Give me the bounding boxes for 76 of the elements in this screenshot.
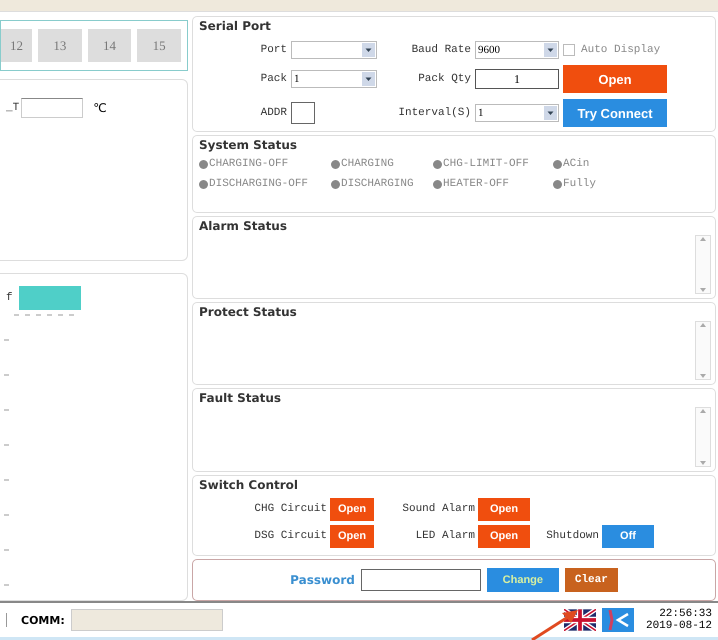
password-field[interactable]	[360, 569, 481, 592]
open-button[interactable]: Open	[563, 65, 667, 93]
field-label: Pack	[260, 73, 287, 85]
temperature-field[interactable]	[21, 98, 84, 118]
status-dot-icon	[199, 160, 208, 168]
status-dot-icon	[553, 160, 562, 168]
status-label: CHG-LIMIT-OFF	[443, 158, 529, 170]
panel-title: System Status	[199, 138, 298, 152]
password-label: Password	[290, 573, 355, 588]
pack-dropdown[interactable]: 1	[291, 70, 377, 88]
switch-button[interactable]: Off	[602, 524, 654, 548]
switch-button[interactable]: Open	[330, 524, 374, 548]
scrollbar[interactable]	[695, 234, 711, 294]
scroll-down-icon[interactable]	[699, 460, 707, 466]
status-dot-icon	[331, 180, 340, 188]
scrollbar[interactable]	[695, 320, 711, 380]
cell-tab[interactable]: 12	[1, 29, 32, 62]
switch-button[interactable]: Open	[478, 524, 530, 548]
scroll-up-icon[interactable]	[699, 236, 707, 242]
status-dot-icon	[433, 180, 442, 188]
field-label: ADDR	[260, 107, 287, 119]
scroll-down-icon[interactable]	[699, 373, 707, 380]
scroll-down-icon[interactable]	[699, 286, 707, 293]
switch-label: CHG Circuit	[253, 503, 327, 516]
panel-title: Fault Status	[199, 391, 282, 406]
port-dropdown[interactable]	[291, 41, 377, 59]
panel-title: Serial Port	[199, 19, 271, 33]
color-swatch	[18, 286, 81, 310]
scrollbar[interactable]	[695, 407, 711, 467]
status-label: DISCHARGING-OFF	[209, 178, 308, 190]
baud-rate-dropdown[interactable]: 9600	[475, 41, 559, 59]
switch-label: Shutdown	[545, 530, 599, 542]
comm-field[interactable]	[70, 609, 223, 631]
color-label: f	[6, 292, 13, 304]
app-icon[interactable]	[602, 608, 634, 632]
status-label: HEATER-OFF	[443, 178, 510, 190]
try-connect-button[interactable]: Try Connect	[563, 99, 667, 127]
cell-tab[interactable]: 14	[88, 29, 132, 62]
password-button[interactable]: Change	[486, 568, 559, 592]
scroll-up-icon[interactable]	[699, 322, 707, 328]
status-label: CHARGING-OFF	[209, 158, 288, 170]
status-label: Fully	[563, 178, 596, 190]
status-dot-icon	[433, 160, 442, 168]
field-label: Baud Rate	[410, 44, 471, 56]
field-label: Interval(S)	[397, 107, 471, 119]
checkbox-label: Auto Display	[581, 44, 660, 56]
switch-label: LED Alarm	[414, 530, 475, 542]
switch-button[interactable]: Open	[330, 498, 374, 521]
field-label: Port	[260, 44, 287, 56]
clock-time: 22:56:33	[659, 608, 712, 620]
password-button[interactable]: Clear	[564, 568, 618, 592]
cell-tab[interactable]: 15	[137, 29, 182, 62]
switch-label: DSG Circuit	[253, 530, 327, 542]
cell-tab[interactable]: 13	[38, 29, 82, 62]
status-label: CHARGING	[341, 158, 394, 170]
pack-qty-field[interactable]: 1	[475, 69, 559, 89]
status-dot-icon	[331, 160, 340, 168]
status-dot-icon	[553, 180, 562, 188]
interval-dropdown[interactable]: 1	[475, 104, 559, 122]
panel-title: Protect Status	[199, 304, 297, 319]
unit-label: ℃	[93, 101, 107, 116]
addr-field[interactable]	[291, 102, 315, 124]
clock-date: 2019-08-12	[646, 620, 712, 632]
temperature-label: _T	[6, 102, 20, 114]
checkbox[interactable]	[563, 44, 575, 56]
status-label: DISCHARGING	[341, 178, 414, 190]
status-label: ACin	[563, 158, 590, 170]
annotation-arrow	[530, 608, 580, 640]
panel-title: Switch Control	[199, 478, 298, 492]
field-label: Pack Qty	[417, 73, 471, 85]
switch-button[interactable]: Open	[478, 498, 530, 521]
scroll-up-icon[interactable]	[699, 408, 707, 414]
comm-label: COMM:	[21, 614, 65, 626]
status-dot-icon	[199, 180, 208, 188]
panel-title: Alarm Status	[199, 218, 287, 233]
switch-label: Sound Alarm	[401, 503, 475, 516]
